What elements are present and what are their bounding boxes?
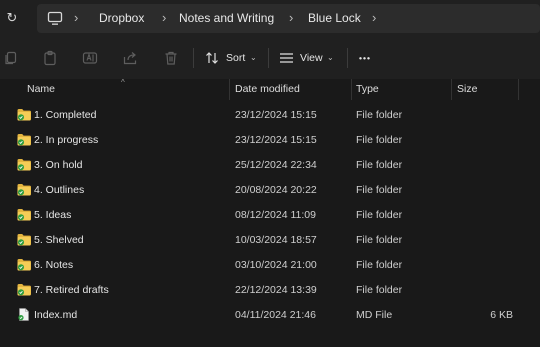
list-item[interactable]: 1. Completed 23/12/2024 15:15 File folde… [0, 103, 540, 128]
file-date-modified: 03/10/2024 21:00 [235, 259, 317, 271]
chevron-down-icon: ⌄ [327, 53, 334, 62]
dropbox-folder-icon [17, 234, 31, 246]
breadcrumb-separator-icon[interactable]: › [74, 11, 78, 25]
copy-icon[interactable] [3, 50, 19, 66]
paste-icon[interactable] [42, 50, 58, 66]
file-date-modified: 25/12/2024 22:34 [235, 159, 317, 171]
column-resize-handle[interactable] [229, 79, 230, 100]
delete-icon[interactable] [163, 50, 179, 66]
column-resize-handle[interactable] [351, 79, 352, 100]
file-name: 5. Shelved [34, 234, 84, 246]
dropbox-folder-icon [17, 184, 31, 196]
file-name: 1. Completed [34, 109, 97, 121]
dropbox-folder-icon [17, 284, 31, 296]
column-header-size[interactable]: Size [457, 83, 477, 95]
md-file-icon [18, 308, 29, 321]
file-name: 5. Ideas [34, 209, 72, 221]
breadcrumb-separator-icon[interactable]: › [162, 11, 166, 25]
dropbox-folder-icon [17, 109, 31, 121]
list-item[interactable]: 7. Retired drafts 22/12/2024 13:39 File … [0, 278, 540, 303]
file-name: 6. Notes [34, 259, 74, 271]
file-size: 6 KB [490, 309, 513, 321]
list-item[interactable]: Index.md 04/11/2024 21:46 MD File 6 KB [0, 303, 540, 328]
file-name: Index.md [34, 309, 78, 321]
file-date-modified: 23/12/2024 15:15 [235, 134, 317, 146]
file-type: File folder [356, 209, 403, 221]
file-name: 2. In progress [34, 134, 99, 146]
column-resize-handle[interactable] [518, 79, 519, 100]
dropbox-folder-icon [17, 259, 31, 271]
list-item[interactable]: 2. In progress 23/12/2024 15:15 File fol… [0, 128, 540, 153]
breadcrumb[interactable]: › Dropbox › Notes and Writing › Blue Loc… [37, 4, 540, 33]
file-name: 7. Retired drafts [34, 284, 109, 296]
sort-label: Sort [226, 52, 246, 64]
address-bar: ↻ › Dropbox › Notes and Writing › Blue L… [0, 0, 540, 37]
file-date-modified: 08/12/2024 11:09 [235, 209, 316, 221]
sort-icon [206, 52, 218, 64]
list-item[interactable]: 5. Shelved 10/03/2024 18:57 File folder [0, 228, 540, 253]
file-type: File folder [356, 109, 403, 121]
view-label: View [300, 52, 323, 64]
breadcrumb-item-notes-and-writing[interactable]: Notes and Writing [179, 12, 274, 25]
column-header-name[interactable]: Name [27, 83, 55, 95]
list-item[interactable]: 6. Notes 03/10/2024 21:00 File folder [0, 253, 540, 278]
list-item[interactable]: 3. On hold 25/12/2024 22:34 File folder [0, 153, 540, 178]
column-header-type[interactable]: Type [356, 83, 379, 95]
view-list-icon [280, 53, 293, 63]
breadcrumb-separator-icon[interactable]: › [289, 11, 293, 25]
command-bar: Sort ⌄ View ⌄ ••• [0, 37, 540, 80]
list-item[interactable]: 5. Ideas 08/12/2024 11:09 File folder [0, 203, 540, 228]
file-type: File folder [356, 134, 403, 146]
file-date-modified: 10/03/2024 18:57 [235, 234, 317, 246]
more-options-button[interactable]: ••• [359, 47, 371, 69]
toolbar-divider [347, 48, 348, 68]
column-header-date-modified[interactable]: Date modified [235, 83, 300, 95]
dropbox-folder-icon [17, 209, 31, 221]
list-item[interactable]: 4. Outlines 20/08/2024 20:22 File folder [0, 178, 540, 203]
file-type: File folder [356, 284, 403, 296]
this-pc-icon[interactable] [47, 11, 63, 26]
column-header: ^ Name Date modified Type Size [0, 78, 540, 100]
file-name: 3. On hold [34, 159, 83, 171]
toolbar-divider [193, 48, 194, 68]
column-resize-handle[interactable] [451, 79, 452, 100]
share-icon[interactable] [122, 50, 138, 66]
file-type: File folder [356, 234, 403, 246]
file-date-modified: 23/12/2024 15:15 [235, 109, 317, 121]
dropbox-folder-icon [17, 159, 31, 171]
breadcrumb-item-blue-lock[interactable]: Blue Lock [308, 12, 361, 25]
file-date-modified: 22/12/2024 13:39 [235, 284, 317, 296]
file-type: MD File [356, 309, 393, 321]
file-name: 4. Outlines [34, 184, 85, 196]
file-date-modified: 20/08/2024 20:22 [235, 184, 317, 196]
breadcrumb-item-dropbox[interactable]: Dropbox [99, 12, 144, 25]
toolbar-divider [268, 48, 269, 68]
sort-ascending-icon: ^ [121, 78, 125, 87]
file-date-modified: 04/11/2024 21:46 [235, 309, 316, 321]
refresh-icon[interactable]: ↻ [5, 10, 19, 26]
dropbox-folder-icon [17, 134, 31, 146]
rename-icon[interactable] [82, 50, 98, 66]
file-type: File folder [356, 259, 403, 271]
file-type: File folder [356, 159, 403, 171]
breadcrumb-separator-icon[interactable]: › [372, 11, 376, 25]
chevron-down-icon: ⌄ [250, 53, 257, 62]
file-type: File folder [356, 184, 403, 196]
